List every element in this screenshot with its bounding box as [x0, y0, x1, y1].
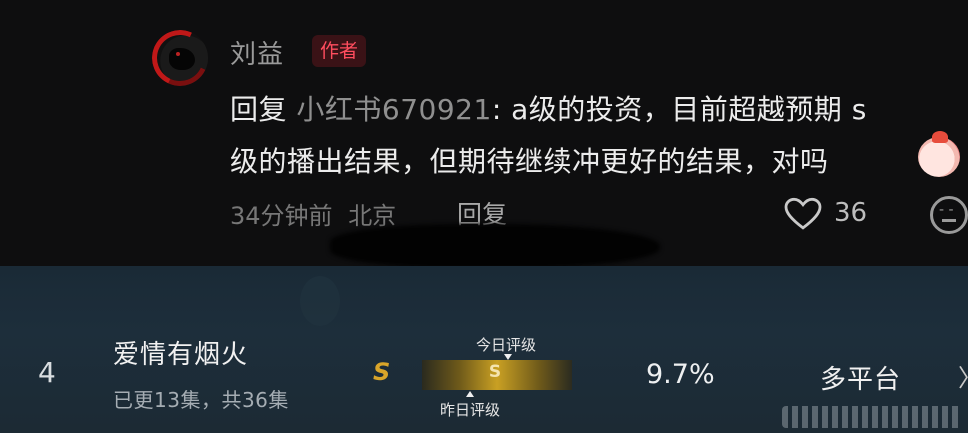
today-grade-label: 今日评级 [476, 336, 537, 354]
platform-label: 多平台 [820, 365, 902, 395]
comment-item: 刘益 作者 回复 小红书670921: a级的投资，目前超越预期 s 级的播出结… [0, 0, 968, 268]
redaction-scribble [330, 224, 660, 268]
grade-letter: S [373, 358, 391, 386]
comment-text-part-1: : a级的投资，目前超越预期 s [491, 93, 867, 126]
rank-number: 4 [38, 356, 56, 389]
ranking-row[interactable]: 4 爱情有烟火 已更13集，共36集 S 今日评级 S 昨日评级 9.7% 多平… [0, 266, 968, 433]
comment-time: 34分钟前 [230, 202, 333, 230]
market-share: 9.7% [646, 359, 715, 390]
chevron-right-icon[interactable]: 〉 [958, 358, 968, 393]
comment-text-line-2: 级的播出结果，但期待继续冲更好的结果，对吗 [230, 145, 829, 178]
episode-count: 已更13集，共36集 [113, 388, 289, 412]
reply-prefix: 回复 [230, 93, 288, 126]
like-count: 36 [834, 198, 868, 228]
emoji-reply-icon[interactable] [930, 196, 968, 234]
heart-icon[interactable] [784, 197, 822, 231]
avatar-eye [176, 52, 180, 56]
author-badge: 作者 [312, 35, 367, 67]
grade-bar-mark: S [488, 362, 502, 382]
faded-background-shape [300, 276, 340, 326]
comment-location: 北京 [348, 202, 397, 230]
watermark [782, 406, 962, 428]
yesterday-grade-label: 昨日评级 [440, 401, 501, 419]
comment-text-line-1: 回复 小红书670921: a级的投资，目前超越预期 s [230, 88, 867, 128]
author-name[interactable]: 刘益 [230, 34, 284, 71]
yesterday-marker-arrow [466, 391, 474, 397]
blushing-emoji-icon [918, 131, 960, 177]
show-title[interactable]: 爱情有烟火 [113, 334, 248, 371]
author-avatar[interactable] [152, 30, 208, 86]
avatar-bird-icon [169, 48, 195, 70]
comment-meta: 34分钟前 北京 [230, 196, 396, 231]
reply-to-user[interactable]: 小红书670921 [296, 93, 491, 126]
